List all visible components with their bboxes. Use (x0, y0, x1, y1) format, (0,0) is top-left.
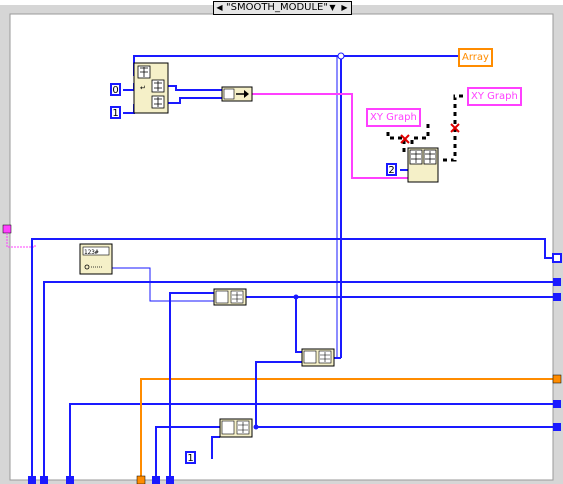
index-array-node-b[interactable] (301, 348, 335, 367)
cluster-input-tunnel[interactable] (2, 224, 12, 234)
bundle-icon[interactable] (221, 86, 253, 102)
index-array-icon[interactable] (407, 147, 439, 183)
block-diagram: ↵ 123# (0, 5, 563, 484)
case-selector-label: "SMOOTH_MODULE" (226, 2, 328, 13)
wire-junction (337, 52, 345, 60)
index-array-node-c[interactable] (219, 418, 253, 438)
wire-junction (253, 424, 259, 430)
numeric-constant-two[interactable]: 2 (386, 163, 397, 176)
xy-graph-indicator-right[interactable]: XY Graph (467, 87, 522, 106)
decrement-arrow-icon[interactable]: ◀ (215, 2, 224, 14)
build-cluster-array-icon[interactable]: ↵ (133, 62, 169, 114)
numeric-constant-one[interactable]: 1 (110, 106, 121, 119)
increment-arrow-icon[interactable]: ▶ (340, 2, 349, 14)
case-selector[interactable]: ◀ "SMOOTH_MODULE" ▼ ▶ (213, 1, 352, 15)
xy-graph-indicator-left[interactable]: XY Graph (366, 108, 421, 127)
array-indicator[interactable]: Array (458, 48, 493, 67)
numeric-constant-one-bottom[interactable]: 1 (185, 451, 196, 464)
unbundle-by-name-icon[interactable]: 123# (79, 243, 113, 275)
numeric-constant-zero[interactable]: 0 (110, 83, 121, 96)
index-array-node-a[interactable] (213, 288, 247, 306)
dropdown-arrow-icon[interactable]: ▼ (328, 2, 337, 14)
svg-text:123#: 123# (84, 249, 99, 256)
wire-junction (293, 294, 299, 300)
svg-text:↵: ↵ (140, 84, 146, 92)
